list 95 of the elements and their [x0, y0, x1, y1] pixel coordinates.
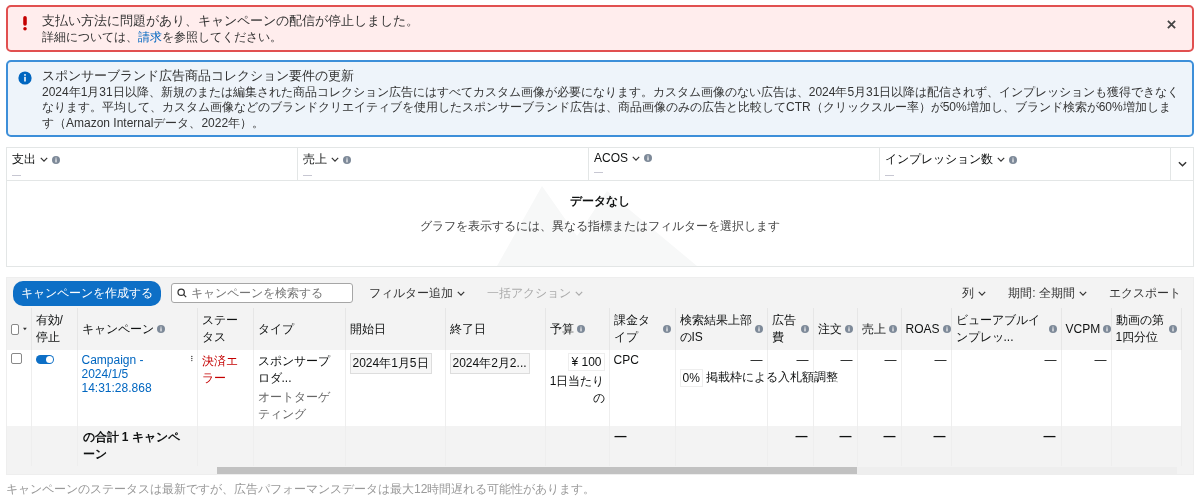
scrollbar[interactable] — [217, 467, 1177, 474]
alert-message: 2024年1月31日以降、新規のまたは編集された商品コレクション広告にはすべてカスタム画像が必要になります。カスタム画像のない広告は、2024年5月31日以降は配信されず、インプレッションも獲得できなくなります。平均して、カスタム画像などのブランドクリエイティブを使用したスポンサーブランド広告は、商品画像のみの広告と比較してCTR（クリックスルー率）が50%増加し、ブランド検索が60%増加します（Amazon Internalデータ、2022年）。 — [42, 84, 1180, 132]
table-cell-text: スポンサープロダ... — [257, 353, 332, 387]
info-icon — [754, 325, 763, 333]
info-icon — [888, 325, 897, 333]
metric-value: — — [885, 170, 895, 181]
column-header[interactable]: VCPM — [1065, 322, 1107, 336]
chevron-icon — [632, 155, 640, 161]
column-header[interactable]: 広告費 — [771, 312, 809, 346]
targeting-text: オートターゲティング — [257, 389, 332, 423]
toggle-switch[interactable] — [35, 355, 54, 364]
table-cell: — — [883, 429, 896, 443]
info-icon — [1168, 325, 1177, 333]
table-cell: — — [795, 429, 808, 443]
info-icon — [844, 325, 853, 333]
create-campaign-button[interactable]: キャンペーンを作成する — [13, 280, 161, 306]
alert-message: 詳細については、請求を参照してください。 — [42, 30, 283, 46]
chevron-icon — [40, 157, 48, 163]
metric-value: — — [12, 170, 22, 181]
chevron-icon — [978, 290, 987, 296]
table-cell: — — [933, 429, 946, 443]
metric-label: インプレッション数 — [885, 151, 993, 169]
table-cell: — — [1044, 353, 1057, 367]
budget-period-text: 1日当たりの — [549, 373, 605, 407]
table-cell: — — [614, 429, 627, 443]
metric-tile[interactable]: 売上 — — [298, 148, 589, 181]
chevron-icon — [1177, 161, 1187, 168]
column-header[interactable]: ビューアブルインプレッ... — [955, 312, 1057, 346]
metric-label: 支出 — [12, 151, 36, 169]
metric-value: — — [303, 170, 313, 181]
search-field[interactable]: キャンペーンを検索する — [171, 283, 353, 303]
alert-title: 支払い方法に問題があり、キャンペーンの配信が停止しました。 — [42, 12, 420, 30]
column-header[interactable]: 課金タイプ — [613, 312, 671, 346]
metric-value: — — [594, 167, 604, 178]
column-header[interactable]: キャンペーン — [81, 320, 193, 338]
info-icon — [1048, 325, 1057, 333]
billing-link[interactable]: 請求 — [138, 30, 162, 44]
filter-dropdown[interactable]: フィルター追加 — [363, 283, 471, 303]
table-cell: — — [1043, 429, 1056, 443]
column-header[interactable]: 終了日 — [449, 320, 541, 338]
table-cell: — — [934, 353, 947, 367]
info-icon — [52, 155, 60, 164]
footer-note: キャンペーンのステータスは最新ですが、広告パフォーマンスデータは最大12時間遅れる可能性があります。 — [6, 481, 597, 498]
date-range-dropdown[interactable]: 期間: 全期間 — [1002, 283, 1093, 303]
column-header[interactable]: 有効/停止 — [35, 312, 73, 346]
metric-label: ACOS — [594, 151, 628, 166]
info-icon — [156, 325, 165, 333]
column-header[interactable]: 注文 — [817, 320, 853, 338]
table-cell: CPC — [613, 353, 639, 367]
date-field[interactable]: 2024年1月5日 — [349, 353, 432, 374]
chevron-icon — [331, 157, 339, 163]
total-label: の合計 1 キャンペーン — [82, 430, 180, 461]
column-header[interactable]: 予算 — [549, 320, 605, 338]
column-header[interactable]: 売上 — [861, 320, 897, 338]
alert-title: スポンサーブランド広告商品コレクション要件の更新 — [42, 66, 355, 85]
table-cell: — — [840, 353, 853, 367]
info-icon — [800, 325, 809, 333]
column-header[interactable]: 開始日 — [349, 320, 441, 338]
status-text: 決済エラー — [201, 354, 238, 385]
table-cell: — — [839, 429, 852, 443]
column-header[interactable]: 動画の第1四分位 — [1115, 312, 1177, 346]
table-cell-text: — — [749, 353, 763, 367]
column-header[interactable]: ステータス — [201, 312, 249, 346]
column-header[interactable]: 検索結果上部のIS — [679, 312, 763, 346]
columns-dropdown[interactable]: 列 — [956, 283, 993, 303]
chevron-icon — [997, 157, 1005, 163]
info-icon — [576, 325, 585, 333]
chevron-icon — [1079, 290, 1087, 296]
select-all-checkbox[interactable] — [11, 323, 19, 335]
bid-adjust-field[interactable]: 0% — [679, 369, 703, 387]
row-checkbox[interactable] — [11, 353, 22, 364]
info-icon — [644, 154, 652, 163]
metric-tile[interactable]: ACOS — — [589, 148, 880, 181]
column-header[interactable]: タイプ — [257, 320, 341, 338]
info-icon — [343, 155, 351, 164]
chevron-icon — [575, 290, 583, 296]
bid-adjust-label: 掲載枠による入札額調整 — [705, 369, 838, 386]
table-cell: — — [796, 353, 809, 367]
caret-icon — [22, 327, 27, 331]
empty-state-title: データなし — [570, 192, 630, 210]
info-icon — [18, 69, 32, 86]
table-cell: — — [1094, 353, 1107, 367]
date-field[interactable]: 2024年2月2... — [449, 353, 530, 374]
chevron-icon — [457, 290, 465, 296]
close-icon — [1167, 20, 1176, 29]
export-button[interactable]: エクスポート — [1103, 283, 1187, 303]
metric-tile[interactable]: 支出 — — [7, 148, 298, 181]
empty-state-message: グラフを表示するには、異なる指標またはフィルターを選択します — [420, 217, 780, 235]
search-icon — [177, 288, 187, 298]
metric-label: 売上 — [303, 151, 327, 169]
budget-field[interactable]: ¥ 100 — [568, 353, 605, 371]
info-icon — [1009, 155, 1017, 164]
table-cell: — — [884, 353, 897, 367]
column-header[interactable]: ROAS — [905, 322, 947, 336]
info-icon — [662, 325, 671, 333]
